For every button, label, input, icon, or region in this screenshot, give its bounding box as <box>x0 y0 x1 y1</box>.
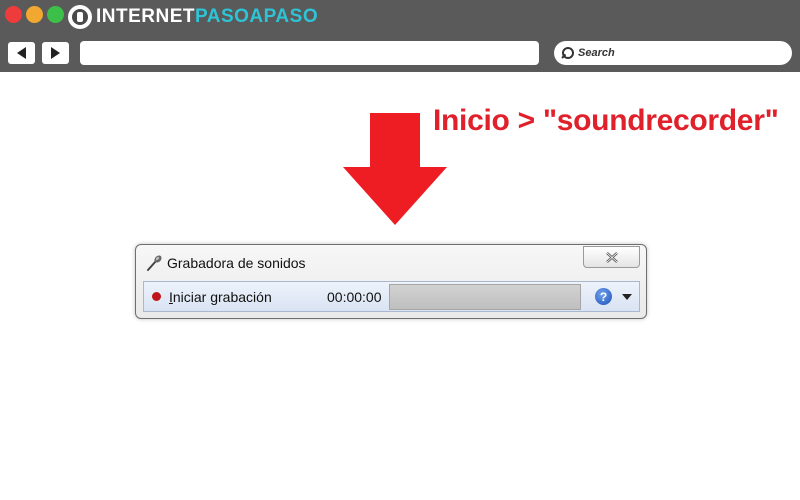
close-button[interactable] <box>583 246 640 268</box>
forward-button[interactable] <box>42 42 69 64</box>
back-arrow-icon <box>17 47 26 59</box>
record-dot-icon <box>152 292 161 301</box>
instruction-annotation: Inicio > "soundrecorder" <box>433 104 779 137</box>
start-recording-label: niciar grabación <box>172 289 272 305</box>
start-recording-button[interactable]: Iniciar grabación <box>169 289 272 305</box>
logo-text-accent: PASOAPASO <box>195 6 319 27</box>
search-icon <box>562 47 574 59</box>
logo-mouse-icon <box>68 5 92 29</box>
logo-text-prefix: INTERNET <box>96 6 195 27</box>
search-box[interactable]: Search <box>554 41 792 65</box>
recording-timer: 00:00:00 <box>327 289 382 305</box>
window-close-dot[interactable] <box>5 6 22 23</box>
help-icon[interactable]: ? <box>595 288 612 305</box>
audio-level-meter <box>389 284 581 310</box>
chevron-down-icon[interactable] <box>622 294 632 300</box>
microphone-icon <box>147 255 162 271</box>
site-logo: INTERNETPASOAPASO <box>68 4 318 30</box>
forward-arrow-icon <box>51 47 60 59</box>
window-title: Grabadora de sonidos <box>167 255 306 271</box>
recorder-controls-bar: Iniciar grabación 00:00:00 ? <box>143 281 640 312</box>
browser-titlebar: INTERNETPASOAPASO <box>0 0 800 34</box>
sound-recorder-window: Grabadora de sonidos Iniciar grabación 0… <box>135 244 647 319</box>
browser-toolbar: Search <box>0 34 800 72</box>
down-arrow-icon <box>343 113 447 225</box>
window-minimize-dot[interactable] <box>26 6 43 23</box>
window-maximize-dot[interactable] <box>47 6 64 23</box>
close-icon <box>605 251 618 263</box>
address-bar[interactable] <box>80 41 539 65</box>
logo-text: INTERNETPASOAPASO <box>96 6 318 28</box>
back-button[interactable] <box>8 42 35 64</box>
search-placeholder: Search <box>578 47 615 59</box>
